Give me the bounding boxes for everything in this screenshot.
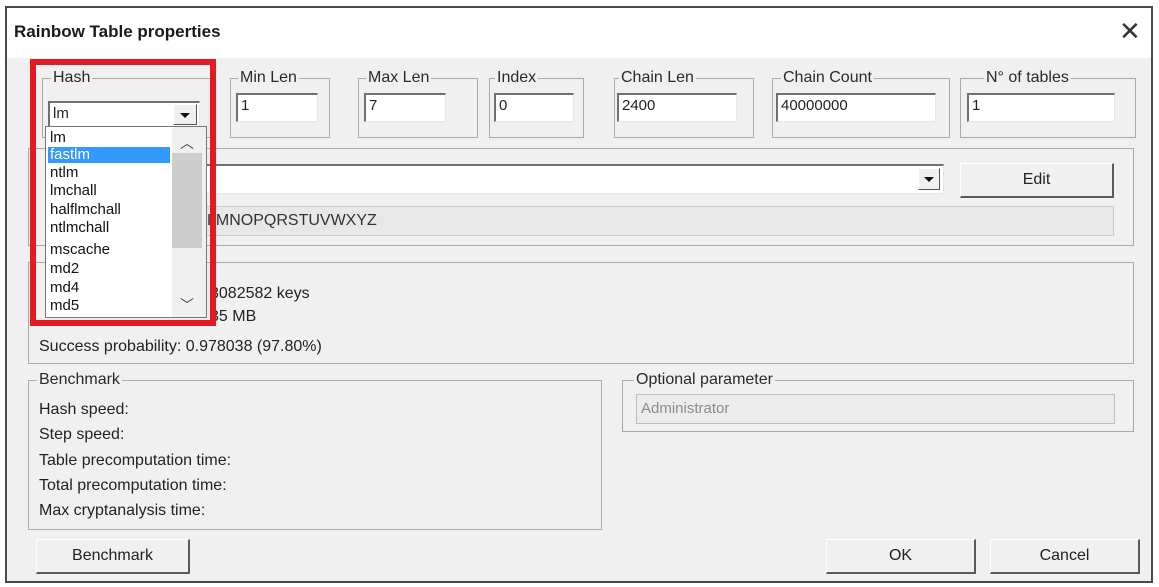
ok-button-label: OK bbox=[888, 547, 913, 564]
optional-parameter-value: Administrator bbox=[641, 400, 730, 417]
chain-count-input[interactable]: 40000000 bbox=[776, 93, 936, 122]
benchmark-button[interactable]: Benchmark bbox=[36, 539, 190, 574]
highlight-box bbox=[30, 59, 216, 326]
benchmark-button-label: Benchmark bbox=[72, 547, 153, 564]
dialog-title: Rainbow Table properties bbox=[14, 22, 221, 41]
edit-charset-button[interactable]: Edit bbox=[960, 163, 1114, 198]
benchmark-group-label: Benchmark bbox=[37, 371, 122, 389]
hash-speed-label: Hash speed: bbox=[39, 401, 129, 418]
success-probability: Success probability: 0.978038 (97.80%) bbox=[39, 338, 322, 355]
max-len-label: Max Len bbox=[366, 69, 432, 87]
min-len-input[interactable]: 1 bbox=[236, 93, 318, 122]
index-input[interactable]: 0 bbox=[494, 93, 574, 122]
title-bar: Rainbow Table properties ✕ bbox=[7, 8, 1151, 58]
max-len-input[interactable]: 7 bbox=[364, 93, 446, 122]
max-cryptanalysis-label: Max cryptanalysis time: bbox=[39, 502, 206, 519]
chevron-down-icon bbox=[924, 177, 934, 182]
keyspace-value: 3082582 keys bbox=[210, 285, 310, 302]
edit-button-label: Edit bbox=[1022, 171, 1051, 188]
charset-dropdown-button[interactable] bbox=[918, 168, 940, 190]
ok-button[interactable]: OK bbox=[826, 539, 976, 574]
charset-preview: LMNOPQRSTUVWXYZ bbox=[207, 212, 377, 229]
optional-parameter-input: Administrator bbox=[636, 394, 1115, 424]
cancel-button[interactable]: Cancel bbox=[990, 539, 1140, 574]
chain-len-input[interactable]: 2400 bbox=[617, 93, 737, 122]
index-label: Index bbox=[495, 69, 539, 87]
cancel-button-label: Cancel bbox=[1039, 547, 1090, 564]
optional-parameter-label: Optional parameter bbox=[634, 371, 775, 389]
n-tables-label: N° of tables bbox=[984, 69, 1071, 87]
n-tables-input[interactable]: 1 bbox=[967, 93, 1115, 122]
charset-preview-box: LMNOPQRSTUVWXYZ bbox=[200, 206, 1114, 236]
disk-space-value: 35 MB bbox=[210, 308, 257, 325]
step-speed-label: Step speed: bbox=[39, 426, 125, 443]
close-icon[interactable]: ✕ bbox=[1119, 16, 1141, 46]
min-len-label: Min Len bbox=[238, 69, 299, 87]
total-precomputation-label: Total precomputation time: bbox=[39, 477, 227, 494]
chain-len-label: Chain Len bbox=[619, 69, 696, 87]
table-precomputation-label: Table precomputation time: bbox=[39, 452, 232, 469]
charset-select[interactable] bbox=[200, 164, 944, 194]
chain-count-label: Chain Count bbox=[781, 69, 874, 87]
